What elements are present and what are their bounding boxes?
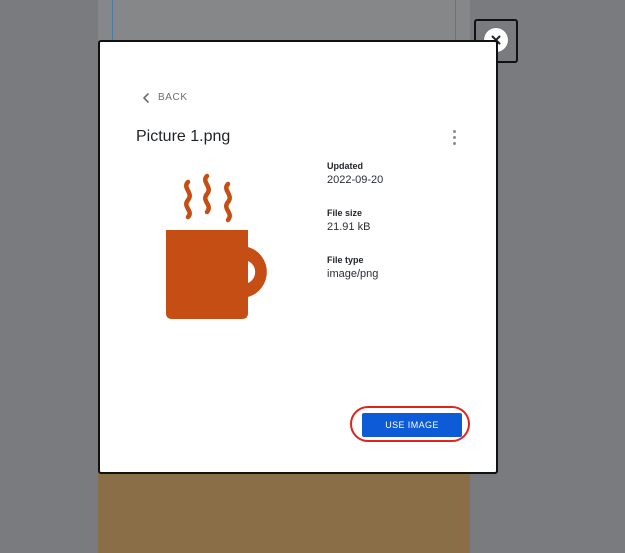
back-button[interactable]: BACK — [142, 92, 188, 103]
metadata-label: File size — [327, 208, 363, 218]
metadata-file-size: File size 21.91 kB — [327, 207, 487, 235]
metadata-value: image/png — [327, 268, 379, 280]
metadata-value: 21.91 kB — [327, 221, 371, 233]
background-divider-right — [455, 0, 456, 42]
metadata-label: Updated — [327, 161, 363, 171]
metadata-updated: Updated 2022-09-20 — [327, 160, 487, 188]
metadata-value: 2022-09-20 — [327, 174, 384, 186]
file-metadata: Updated 2022-09-20 File size 21.91 kB Fi… — [327, 160, 487, 301]
use-image-button[interactable]: USE IMAGE — [362, 413, 462, 437]
back-label: BACK — [158, 92, 188, 103]
file-detail-dialog: BACK Picture 1.png Updated 2022-09-20 Fi… — [98, 40, 498, 474]
coffee-mug-icon — [166, 173, 267, 319]
metadata-file-type: File type image/png — [327, 254, 487, 282]
file-title: Picture 1.png — [136, 128, 231, 145]
more-vertical-icon — [452, 129, 456, 133]
background-image-strip — [98, 472, 470, 553]
more-options-button[interactable] — [446, 126, 462, 148]
background-divider-left — [112, 0, 113, 42]
metadata-label: File type — [327, 255, 364, 265]
image-preview — [154, 170, 294, 320]
chevron-left-icon — [143, 92, 149, 103]
